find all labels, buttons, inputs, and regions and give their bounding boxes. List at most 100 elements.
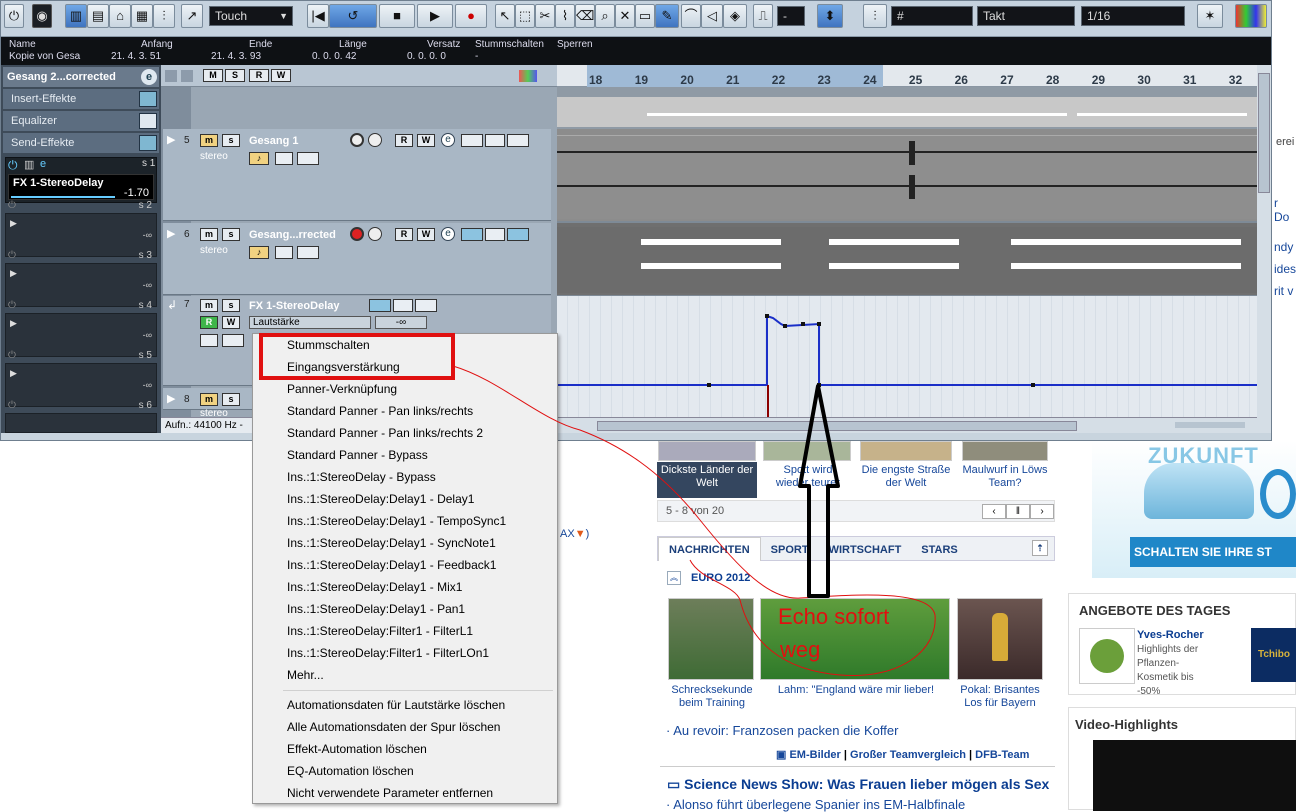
right-snippet-3[interactable]: ndy xyxy=(1274,240,1293,254)
send-1-level-bar[interactable] xyxy=(11,196,115,198)
global-read-button[interactable]: R xyxy=(249,69,269,82)
context-menu-item[interactable]: Ins.:1:StereoDelay:Delay1 - Mix1 xyxy=(287,576,462,598)
write-button[interactable]: W xyxy=(417,228,435,241)
lanes-icon[interactable] xyxy=(275,152,293,165)
solo-button[interactable]: s xyxy=(222,134,240,147)
record-icon[interactable]: ● xyxy=(455,4,487,28)
ad-button[interactable]: SCHALTEN SIE IHRE ST xyxy=(1130,537,1296,567)
info-line-toggle-icon[interactable]: ▤ xyxy=(87,4,109,28)
erase-icon[interactable]: ⌫ xyxy=(575,4,595,28)
insert-bypass-icon[interactable] xyxy=(139,91,157,107)
go-to-start-icon[interactable]: |◀ xyxy=(307,4,329,28)
horizontal-scrollbar[interactable] xyxy=(557,417,1257,433)
track-name[interactable]: Gesang...rrected xyxy=(249,229,336,241)
lanes-icon[interactable] xyxy=(275,246,293,259)
tab-nachrichten[interactable]: NACHRICHTEN xyxy=(658,537,761,561)
gallery-thumb-2[interactable] xyxy=(763,441,851,461)
right-snippet-2[interactable]: r Do xyxy=(1274,196,1296,224)
sublink-em-bilder[interactable]: EM-Bilder xyxy=(789,749,840,761)
solo-button[interactable]: s xyxy=(222,299,240,312)
snap-mode-icon[interactable]: ⫶ xyxy=(863,4,887,28)
context-menu-item[interactable]: Eingangsverstärkung xyxy=(287,356,400,378)
cycle-icon[interactable]: ↺ xyxy=(329,4,377,28)
expand-track-icon[interactable]: ▶ xyxy=(167,227,175,240)
context-menu-item[interactable]: Nicht verwendete Parameter entfernen xyxy=(287,782,493,804)
context-menu-item[interactable]: Panner-Verknüpfung xyxy=(287,378,397,400)
offer-brand[interactable]: Yves-Rocher xyxy=(1137,629,1204,641)
global-solo-button[interactable]: S xyxy=(225,69,245,82)
news-image-pokal[interactable] xyxy=(957,598,1043,680)
context-menu-item[interactable]: Ins.:1:StereoDelay:Delay1 - SyncNote1 xyxy=(287,532,496,554)
lane-gesang-1[interactable] xyxy=(557,129,1257,221)
track-name[interactable]: Gesang 1 xyxy=(249,135,299,147)
send-bypass-icon[interactable] xyxy=(507,228,529,241)
context-menu-item[interactable]: Ins.:1:StereoDelay - Bypass xyxy=(287,466,436,488)
send-bypass-icon[interactable] xyxy=(139,135,157,151)
edit-send-icon[interactable]: e xyxy=(40,158,46,170)
video-player[interactable] xyxy=(1093,740,1296,811)
mute-button[interactable]: m xyxy=(200,228,218,241)
read-button[interactable]: R xyxy=(395,134,413,147)
info-value-start[interactable]: 21. 4. 3. 51 xyxy=(111,51,161,62)
chevron-up-icon[interactable]: ︽ xyxy=(667,571,681,585)
write-button[interactable]: W xyxy=(417,134,435,147)
next-icon[interactable]: › xyxy=(1030,504,1054,519)
tab-stars[interactable]: STARS xyxy=(911,538,967,562)
info-value-end[interactable]: 21. 4. 3. 93 xyxy=(211,51,261,62)
dax-link[interactable]: AX▼) xyxy=(560,528,589,540)
monitor-icon[interactable] xyxy=(368,227,382,241)
power-icon[interactable]: ⏻ xyxy=(8,300,16,311)
send-slot-1[interactable]: ⏻ ▥ e s 1 FX 1-StereoDelay -1.70 xyxy=(5,157,157,203)
split-icon[interactable]: ✂ xyxy=(535,4,555,28)
context-menu-item[interactable]: EQ-Automation löschen xyxy=(287,760,414,782)
gallery-thumb-4[interactable] xyxy=(962,441,1048,461)
write-button[interactable]: W xyxy=(222,316,240,329)
eq-bypass-icon[interactable] xyxy=(393,299,413,312)
pool-icon[interactable]: ▦ xyxy=(131,4,153,28)
context-menu-item[interactable]: Ins.:1:StereoDelay:Delay1 - TempoSync1 xyxy=(287,510,506,532)
show-lane-icon[interactable] xyxy=(200,334,218,347)
menu-icon[interactable] xyxy=(181,70,193,82)
context-menu-item[interactable]: Mehr... xyxy=(287,664,324,686)
info-value-offset[interactable]: 0. 0. 0. 0 xyxy=(407,51,446,62)
send-slot-3[interactable]: ⏻ s 3 ▶ -∞ xyxy=(5,250,157,307)
pre-fader-icon[interactable]: ▥ xyxy=(24,158,34,171)
grid-type-dropdown[interactable]: Takt xyxy=(977,6,1075,26)
read-button[interactable]: R xyxy=(395,228,413,241)
track-colors-icon[interactable] xyxy=(519,70,537,82)
inspector-track-title[interactable]: Gesang 2...corrected e xyxy=(3,67,159,87)
automation-lane[interactable] xyxy=(557,296,1257,417)
lane-top[interactable] xyxy=(557,87,1257,129)
automation-mode-dropdown[interactable]: Touch ▼ xyxy=(209,6,293,26)
monitor-icon[interactable] xyxy=(368,133,382,147)
inspector-toggle-icon[interactable]: ▥ xyxy=(65,4,87,28)
yves-rocher-logo[interactable] xyxy=(1079,628,1135,684)
gallery-thumb-1[interactable] xyxy=(658,441,756,461)
car-ad[interactable]: ZUKUNFT SCHALTEN SIE IHRE ST xyxy=(1092,441,1296,578)
audio-event[interactable] xyxy=(557,135,1257,219)
context-menu-item[interactable]: Alle Automationsdaten der Spur löschen xyxy=(287,716,500,738)
stop-icon[interactable]: ■ xyxy=(379,4,415,28)
comp-icon[interactable]: ▭ xyxy=(635,4,655,28)
audio-event[interactable] xyxy=(557,97,1257,127)
color-palette-icon[interactable] xyxy=(1235,4,1267,28)
gallery-caption-2[interactable]: Spott wird wieder teurer xyxy=(768,464,848,490)
sublink-dfb-team[interactable]: DFB-Team xyxy=(975,749,1029,761)
right-snippet-4[interactable]: ides xyxy=(1274,262,1296,276)
edit-channel-icon[interactable]: e xyxy=(441,133,455,147)
mute-button[interactable]: m xyxy=(200,393,218,406)
insert-effects-section[interactable]: Insert-Effekte xyxy=(3,89,159,109)
play-icon[interactable]: ▶ xyxy=(417,4,453,28)
send-slot-4[interactable]: ⏻ s 4 ▶ -∞ xyxy=(5,300,157,357)
quantize-icon[interactable]: ✶ xyxy=(1197,4,1223,28)
news-caption-2[interactable]: Lahm: "England wäre mir lieber! xyxy=(768,684,944,697)
send-effects-section[interactable]: Send-Effekte xyxy=(3,133,159,153)
insert-bypass-icon[interactable] xyxy=(461,228,483,241)
track-name[interactable]: FX 1-StereoDelay xyxy=(249,300,339,312)
overview-toggle-icon[interactable]: ⌂ xyxy=(109,4,131,28)
range-selection-icon[interactable]: ⬚ xyxy=(515,4,535,28)
activate-project-icon[interactable]: ⏻ xyxy=(4,4,24,28)
headline-1[interactable]: · Au revoir: Franzosen packen die Koffer xyxy=(666,723,898,738)
solo-button[interactable]: s xyxy=(222,393,240,406)
read-button[interactable]: R xyxy=(200,316,218,329)
